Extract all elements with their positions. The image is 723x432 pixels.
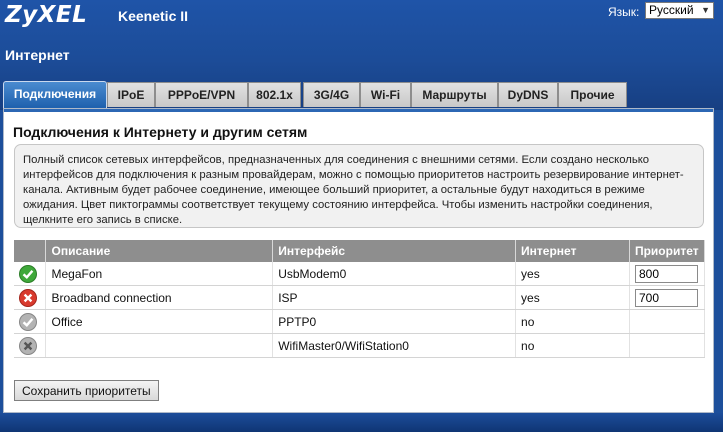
- table-row[interactable]: WifiMaster0/WifiStation0 no: [14, 333, 706, 358]
- interface-cell: WifiMaster0/WifiStation0: [272, 333, 517, 358]
- panel-heading: Подключения к Интернету и другим сетям: [13, 124, 308, 140]
- language-select-value: Русский: [649, 3, 694, 17]
- green-check-icon: [19, 264, 37, 283]
- internet-cell: no: [515, 333, 630, 358]
- tab-routes[interactable]: Маршруты: [411, 82, 498, 107]
- internet-cell: no: [515, 309, 630, 334]
- tab-8021x[interactable]: 802.1x: [248, 82, 301, 107]
- internet-cell: yes: [515, 285, 630, 310]
- description-cell: Broadband connection: [45, 285, 274, 310]
- interface-column-header: Интерфейс: [272, 240, 517, 262]
- connections-table: Описание Интерфейс Интернет Приоритет Me…: [14, 240, 706, 358]
- language-select[interactable]: Русский ▼: [645, 2, 714, 19]
- tab-connections[interactable]: Подключения: [3, 81, 107, 108]
- gray-cross-icon: [19, 336, 37, 355]
- tab-ipoe[interactable]: IPoE: [107, 82, 155, 107]
- tab-wifi[interactable]: Wi-Fi: [360, 82, 411, 107]
- header-bar: ZyXEL Keenetic II Язык: Русский ▼ Интерн…: [0, 0, 723, 110]
- description-cell: MegaFon: [45, 262, 274, 286]
- priority-column-header: Приоритет: [629, 240, 706, 262]
- status-cell: [14, 309, 47, 334]
- table-header-row: Описание Интерфейс Интернет Приоритет: [14, 240, 706, 262]
- status-cell: [14, 262, 47, 286]
- info-box: Полный список сетевых интерфейсов, предн…: [14, 144, 704, 228]
- brand-logo: ZyXEL: [5, 2, 88, 28]
- internet-column-header: Интернет: [515, 240, 630, 262]
- description-cell: [45, 333, 274, 358]
- description-column-header: Описание: [45, 240, 274, 262]
- priority-cell: [629, 285, 706, 310]
- status-cell: [14, 333, 47, 358]
- gray-check-icon: [19, 312, 37, 331]
- connections-panel: Подключения к Интернету и другим сетям П…: [3, 108, 714, 413]
- interface-cell: ISP: [272, 285, 517, 310]
- tab-dydns[interactable]: DyDNS: [498, 82, 558, 107]
- interface-cell: PPTP0: [272, 309, 517, 334]
- red-cross-icon: [19, 288, 37, 307]
- interface-cell: UsbModem0: [272, 262, 517, 286]
- model-name: Keenetic II: [118, 8, 189, 24]
- language-label: Язык:: [608, 5, 640, 19]
- page-title: Интернет: [5, 47, 70, 63]
- tab-3g4g[interactable]: 3G/4G: [303, 82, 360, 107]
- save-priorities-button[interactable]: Сохранить приоритеты: [14, 380, 159, 401]
- footer-bar: [0, 413, 723, 432]
- table-row[interactable]: MegaFon UsbModem0 yes: [14, 262, 706, 286]
- priority-cell: [629, 309, 706, 334]
- priority-cell: [629, 333, 706, 358]
- tab-pppoe-vpn[interactable]: PPPoE/VPN: [155, 82, 248, 107]
- priority-input[interactable]: [634, 288, 698, 307]
- internet-cell: yes: [515, 262, 630, 286]
- tab-other[interactable]: Прочие: [558, 82, 627, 107]
- status-cell: [14, 285, 47, 310]
- description-cell: Office: [45, 309, 274, 334]
- status-column-header: [14, 240, 47, 262]
- priority-cell: [629, 262, 706, 286]
- table-row[interactable]: Office PPTP0 no: [14, 309, 706, 334]
- chevron-down-icon: ▼: [701, 5, 710, 15]
- panel-accent-bar: [4, 109, 713, 112]
- priority-input[interactable]: [634, 264, 698, 283]
- table-row[interactable]: Broadband connection ISP yes: [14, 285, 706, 310]
